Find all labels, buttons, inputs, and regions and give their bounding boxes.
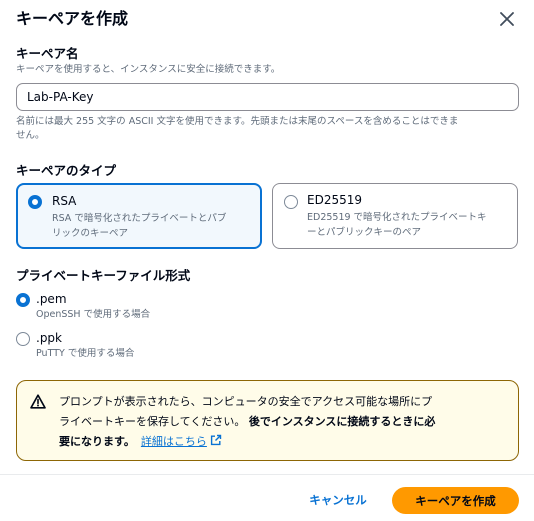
key-name-input[interactable] [16, 83, 519, 111]
ed25519-desc-line-2: ーとパブリックキーのペア [307, 227, 422, 238]
key-name-section: キーペア名 キーペアを使用すると、インスタンスに安全に接続できます。 [16, 45, 518, 77]
ed25519-title: ED25519 [307, 193, 362, 207]
file-format-label: プライベートキーファイル形式 [16, 268, 191, 283]
create-key-pair-modal: キーペアを作成 キーペア名 キーペアを使用すると、インスタンスに安全に接続できま… [0, 0, 534, 521]
modal-header: キーペアを作成 [16, 6, 520, 32]
alert-line-2-bold: 後でインスタンスに接続するときに必 [248, 415, 436, 428]
rsa-title: RSA [52, 194, 77, 208]
file-format-section: プライベートキーファイル形式 [16, 267, 518, 284]
warning-alert: プロンプトが表示されたら、コンピュータの安全でアクセス可能な場所にプ ライベート… [16, 380, 519, 461]
learn-more-link-text: 詳細はこちら [140, 435, 207, 448]
alert-line-3-bold: 要になります。 [59, 435, 135, 448]
pem-radio[interactable] [16, 293, 30, 307]
close-icon [500, 12, 514, 26]
pem-description: OpenSSH で使用する場合 [36, 309, 151, 320]
alert-message: プロンプトが表示されたら、コンピュータの安全でアクセス可能な場所にプ ライベート… [59, 392, 506, 452]
key-name-constraint: 名前には最大 255 文字の ASCII 文字を使用できます。先頭または末尾のス… [16, 115, 518, 143]
constraint-line-1: 名前には最大 255 文字の ASCII 文字を使用できます。先頭または末尾のス… [16, 116, 459, 127]
key-name-label: キーペア名 [16, 46, 79, 61]
create-key-pair-button[interactable]: キーペアを作成 [392, 487, 519, 514]
rsa-description: RSA で暗号化されたプライベートとパブ リックのキーペア [52, 211, 250, 241]
ed25519-desc-line-1: ED25519 で暗号化されたプライベートキ [307, 212, 487, 223]
key-name-description: キーペアを使用すると、インスタンスに安全に接続できます。 [16, 64, 281, 75]
ppk-description: PuTTY で使用する場合 [36, 348, 135, 359]
close-button[interactable] [494, 6, 520, 32]
file-format-option-ppk[interactable]: .ppk PuTTY で使用する場合 [16, 330, 316, 364]
rsa-radio[interactable] [28, 195, 42, 209]
ppk-title: .ppk [36, 331, 62, 345]
alert-line-2-plain: ライベートキーを保存してください。 [59, 415, 246, 428]
alert-line-3: 要になります。 詳細はこちら [59, 432, 506, 452]
ed25519-description: ED25519 で暗号化されたプライベートキ ーとパブリックキーのペア [307, 210, 507, 240]
key-type-option-rsa[interactable]: RSA RSA で暗号化されたプライベートとパブ リックのキーペア [16, 183, 262, 249]
key-type-option-ed25519[interactable]: ED25519 ED25519 で暗号化されたプライベートキ ーとパブリックキー… [272, 183, 518, 249]
rsa-desc-line-2: リックのキーペア [52, 228, 129, 239]
warning-icon [30, 394, 46, 409]
rsa-desc-line-1: RSA で暗号化されたプライベートとパブ [52, 213, 227, 224]
footer-divider [0, 474, 534, 475]
key-type-label: キーペアのタイプ [16, 163, 117, 178]
pem-title: .pem [36, 292, 67, 306]
alert-line-1: プロンプトが表示されたら、コンピュータの安全でアクセス可能な場所にプ [59, 395, 433, 408]
ed25519-radio[interactable] [284, 195, 298, 209]
cancel-button[interactable]: キャンセル [296, 487, 380, 513]
key-type-section: キーペアのタイプ [16, 162, 518, 179]
modal-title: キーペアを作成 [16, 9, 129, 28]
external-link-icon [210, 434, 222, 446]
constraint-line-2: せん。 [16, 130, 45, 141]
file-format-option-pem[interactable]: .pem OpenSSH で使用する場合 [16, 291, 316, 325]
learn-more-link[interactable]: 詳細はこちら [140, 434, 222, 448]
alert-line-2: ライベートキーを保存してください。 後でインスタンスに接続するときに必 [59, 412, 506, 432]
ppk-radio[interactable] [16, 332, 30, 346]
